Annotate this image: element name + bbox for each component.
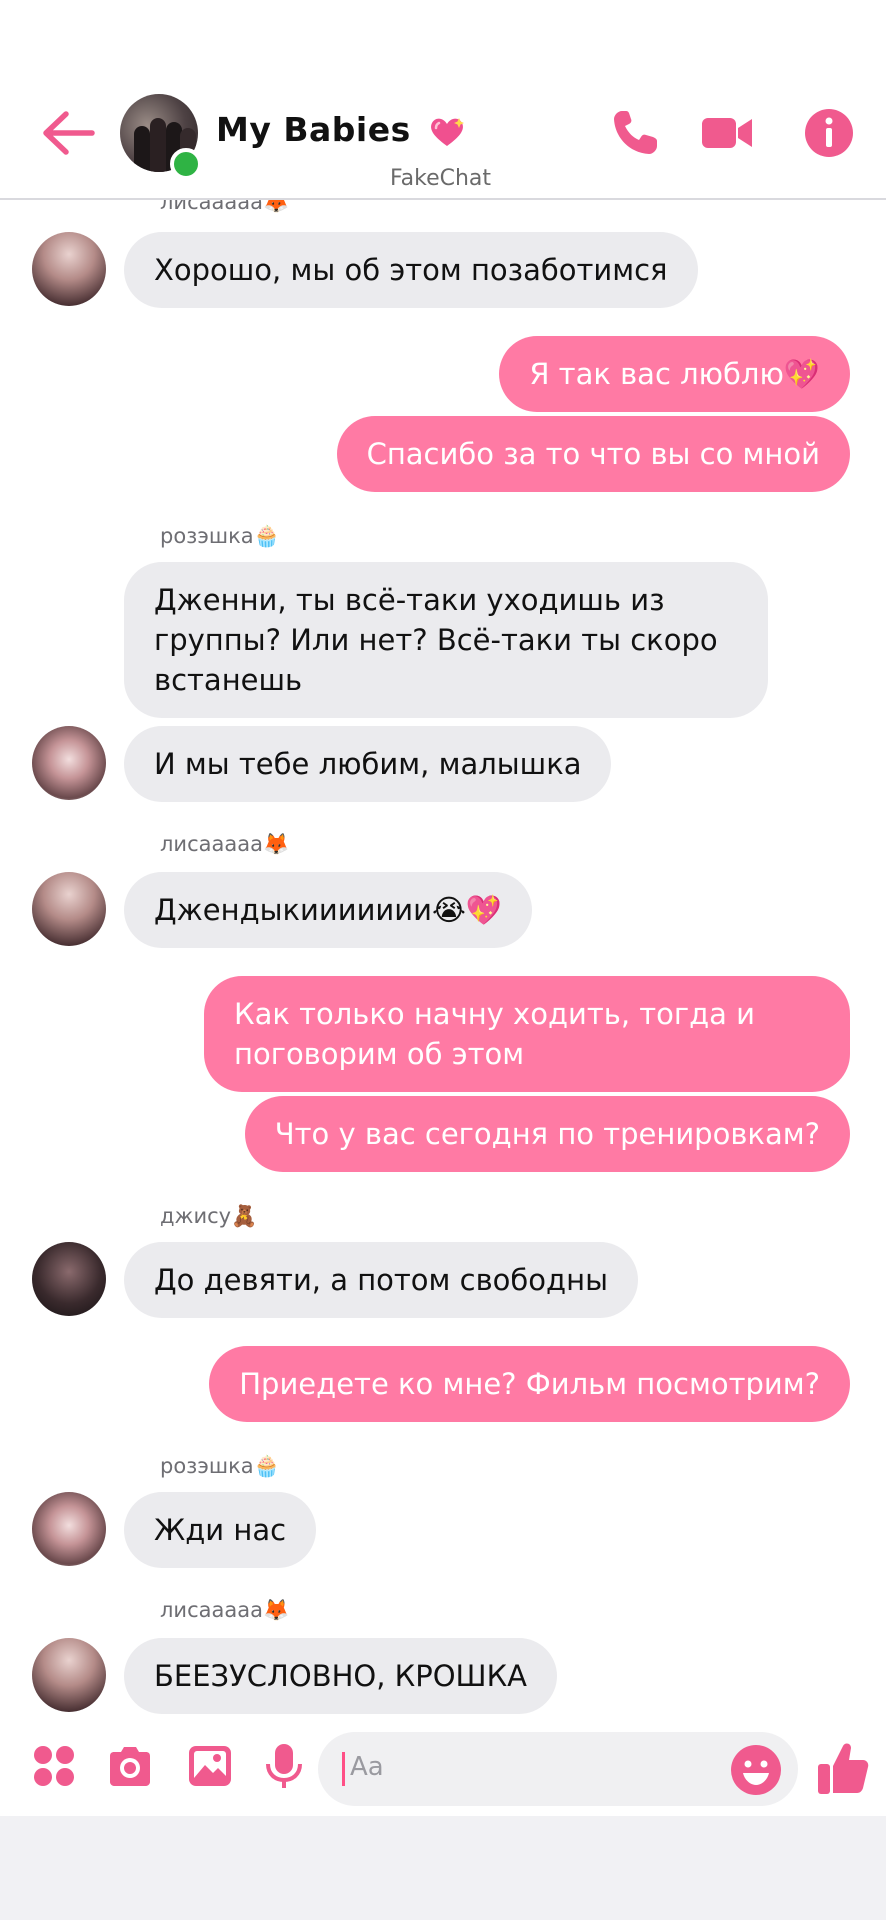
apps-icon[interactable] (30, 1742, 78, 1790)
avatar[interactable] (32, 1638, 106, 1712)
avatar[interactable] (32, 1492, 106, 1566)
avatar[interactable] (32, 726, 106, 800)
info-icon[interactable] (802, 106, 856, 160)
outgoing-message[interactable]: Я так вас люблю💖 (499, 336, 850, 412)
sender-name: лисааааа🦊 (160, 1598, 290, 1622)
watermark: FakeChat (390, 166, 492, 191)
online-indicator (170, 148, 202, 180)
sender-name: розэшка🧁 (160, 524, 280, 548)
video-camera-icon[interactable] (700, 106, 754, 160)
incoming-message[interactable]: Хорошо, мы об этом позаботимся (124, 232, 698, 308)
sparkling-heart-icon (430, 117, 464, 146)
avatar[interactable] (32, 232, 106, 306)
avatar[interactable] (32, 1242, 106, 1316)
microphone-icon[interactable] (260, 1742, 308, 1790)
incoming-message[interactable]: Жди нас (124, 1492, 317, 1568)
message-input-placeholder: Aa (350, 1752, 384, 1782)
sender-name: розэшка🧁 (160, 1454, 280, 1478)
incoming-message[interactable]: Дженни, ты всё-таки уходишь из группы? И… (124, 562, 768, 718)
incoming-message[interactable]: И мы тебе любим, малышка (124, 726, 612, 802)
outgoing-message[interactable]: Что у вас сегодня по тренировкам? (244, 1096, 850, 1172)
thumbs-up-icon[interactable] (816, 1740, 870, 1796)
incoming-message[interactable]: Джендыкиииииии😭💖 (124, 872, 532, 948)
sender-name: лисааааа🦊 (160, 832, 290, 856)
image-icon[interactable] (186, 1742, 234, 1790)
system-navigation-bar (0, 1816, 886, 1920)
composer-bar: Aa (0, 1730, 886, 1810)
sender-name: джису🧸 (160, 1204, 258, 1228)
outgoing-message[interactable]: Как только начну ходить, тогда и поговор… (204, 976, 850, 1092)
chat-title-row[interactable]: My Babies (216, 110, 465, 149)
outgoing-message[interactable]: Приедете ко мне? Фильм посмотрим? (209, 1346, 850, 1422)
chat-title: My Babies (216, 110, 411, 149)
incoming-message[interactable]: БЕЕЗУСЛОВНО, КРОШКА (124, 1638, 557, 1714)
arrow-left-icon[interactable] (40, 110, 96, 156)
sender-name: лисааааа🦊 (160, 200, 290, 214)
outgoing-message[interactable]: Спасибо за то что вы со мной (336, 416, 850, 492)
text-caret (342, 1752, 345, 1786)
incoming-message[interactable]: До девяти, а потом свободны (124, 1242, 638, 1318)
camera-icon[interactable] (106, 1742, 154, 1790)
chat-header: My Babies FakeChat (0, 0, 886, 200)
message-thread[interactable]: лисааааа🦊 Хорошо, мы об этом позаботимся… (0, 200, 886, 1730)
phone-icon[interactable] (608, 106, 662, 160)
message-input[interactable]: Aa (318, 1732, 798, 1806)
emoji-icon[interactable] (730, 1744, 782, 1796)
avatar[interactable] (32, 872, 106, 946)
